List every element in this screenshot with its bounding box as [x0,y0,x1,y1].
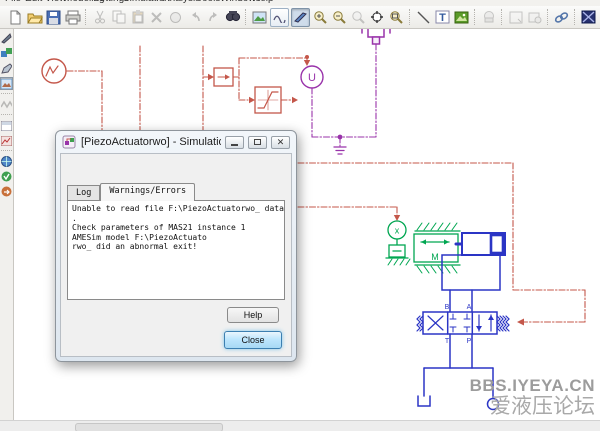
zoom-out-icon[interactable] [330,8,349,27]
voltage-source[interactable]: U [301,66,323,88]
update-orange-icon[interactable] [0,185,13,198]
tab-bar: Log Warnings/Errors [67,185,195,201]
electrical-node [338,135,343,140]
save-icon[interactable] [44,8,63,27]
image-mode-icon[interactable] [250,8,269,27]
find-icon[interactable] [223,8,242,27]
watch-view-icon[interactable] [0,119,13,132]
delete-icon[interactable] [147,8,166,27]
text-tool-icon[interactable]: T [433,8,452,27]
settings-frame-icon[interactable] [525,8,544,27]
tab-log[interactable]: Log [67,185,100,201]
update-green-icon[interactable] [0,170,13,183]
insert-image-icon[interactable] [452,8,471,27]
parameter-mode-icon[interactable] [0,77,13,90]
sketch-mode-icon[interactable] [0,32,13,45]
menu-edit[interactable]: Edit [25,0,42,4]
svg-text:B: B [445,304,450,311]
external-blocked-icon[interactable] [579,8,598,27]
close-button[interactable]: Close [224,331,282,349]
web-globe-icon[interactable] [0,155,13,168]
mass-label: M [431,252,439,262]
menu-analysis[interactable]: Analysis [163,0,200,4]
menu-help[interactable]: Help [253,0,274,4]
mode-toolbar [0,28,14,421]
tab-warnings-errors[interactable]: Warnings/Errors [100,183,195,201]
wall-top[interactable] [415,223,460,231]
log-line: rwo_ did an abnormal exit! [72,242,280,252]
maximize-button[interactable] [248,136,267,149]
signal-source[interactable] [42,59,66,83]
sensor-label: x [395,226,400,236]
watermark-line1: BBS.IYEYA.CN [470,377,595,394]
log-output[interactable]: Unable to read file F:\PiezoActuatorwo_ … [67,200,285,300]
electrical-links [312,44,376,146]
frame-icon[interactable] [506,8,525,27]
svg-text:T: T [445,338,450,345]
link-icon[interactable] [552,8,571,27]
tank-symbol[interactable] [418,396,430,406]
dialog-body: Log Warnings/Errors Unable to read file … [60,153,292,357]
menu-file[interactable]: File [5,0,21,4]
simulation-run-icon[interactable] [0,98,13,111]
log-line: Check parameters of MAS21 instance 1 [72,223,280,233]
zoom-fit-icon[interactable] [368,8,387,27]
paste-icon[interactable] [128,8,147,27]
help-button[interactable]: Help [227,307,279,323]
component-library-icon[interactable] [0,47,13,60]
saturation-block[interactable] [255,87,281,113]
log-line: AMESim model F:\PiezoActuato [72,233,280,243]
dialog-titlebar[interactable]: [PiezoActuatorwo] - Simulation... ✕ [56,131,296,153]
log-line: Unable to read file F:\PiezoActuatorwo_ … [72,204,280,214]
dialog-title: [PiezoActuatorwo] - Simulation... [81,136,221,148]
mode-toggle-b-icon[interactable] [291,8,310,27]
copy-icon[interactable] [109,8,128,27]
print-icon[interactable] [63,8,82,27]
plot-view-icon[interactable] [0,134,13,147]
amesim-window: File Edit View Modeling Settings Simulat… [0,0,600,431]
simulation-dialog: [PiezoActuatorwo] - Simulation... ✕ Log … [55,130,297,362]
line-tool-icon[interactable] [414,8,433,27]
new-file-icon[interactable] [6,8,25,27]
wall-bottom[interactable] [415,265,460,273]
scrollbar-thumb[interactable] [75,423,223,431]
watermark: BBS.IYEYA.CN 爱液压论坛 [470,377,595,417]
submodel-mode-icon[interactable] [0,62,13,75]
hydraulic-cylinder[interactable] [456,233,505,255]
close-window-button[interactable]: ✕ [271,136,290,149]
main-toolbar: T [0,6,600,29]
watermark-line2: 爱液压论坛 [470,396,595,417]
menu-tools[interactable]: Tools [197,0,220,4]
open-file-icon[interactable] [25,8,44,27]
electrical-ground[interactable] [334,147,346,154]
svg-text:T: T [439,12,446,24]
amesim-app-icon [62,135,76,149]
redo-icon[interactable] [204,8,223,27]
svg-text:A: A [467,304,472,311]
log-line: . [72,214,280,224]
svg-text:U: U [308,72,316,84]
undo-icon[interactable] [185,8,204,27]
stamp-icon[interactable] [166,8,185,27]
directional-valve[interactable] [417,312,509,334]
mode-toggle-a-icon[interactable] [270,8,289,27]
gain-block[interactable] [214,68,233,86]
zoom-previous-icon[interactable] [349,8,368,27]
minimize-button[interactable] [225,136,244,149]
zoom-window-icon[interactable] [387,8,406,27]
svg-text:P: P [467,338,472,345]
cut-icon[interactable] [90,8,109,27]
zoom-in-icon[interactable] [311,8,330,27]
piezo-actuator[interactable] [362,28,390,44]
horizontal-scrollbar[interactable] [0,420,600,431]
lock-icon[interactable] [479,8,498,27]
